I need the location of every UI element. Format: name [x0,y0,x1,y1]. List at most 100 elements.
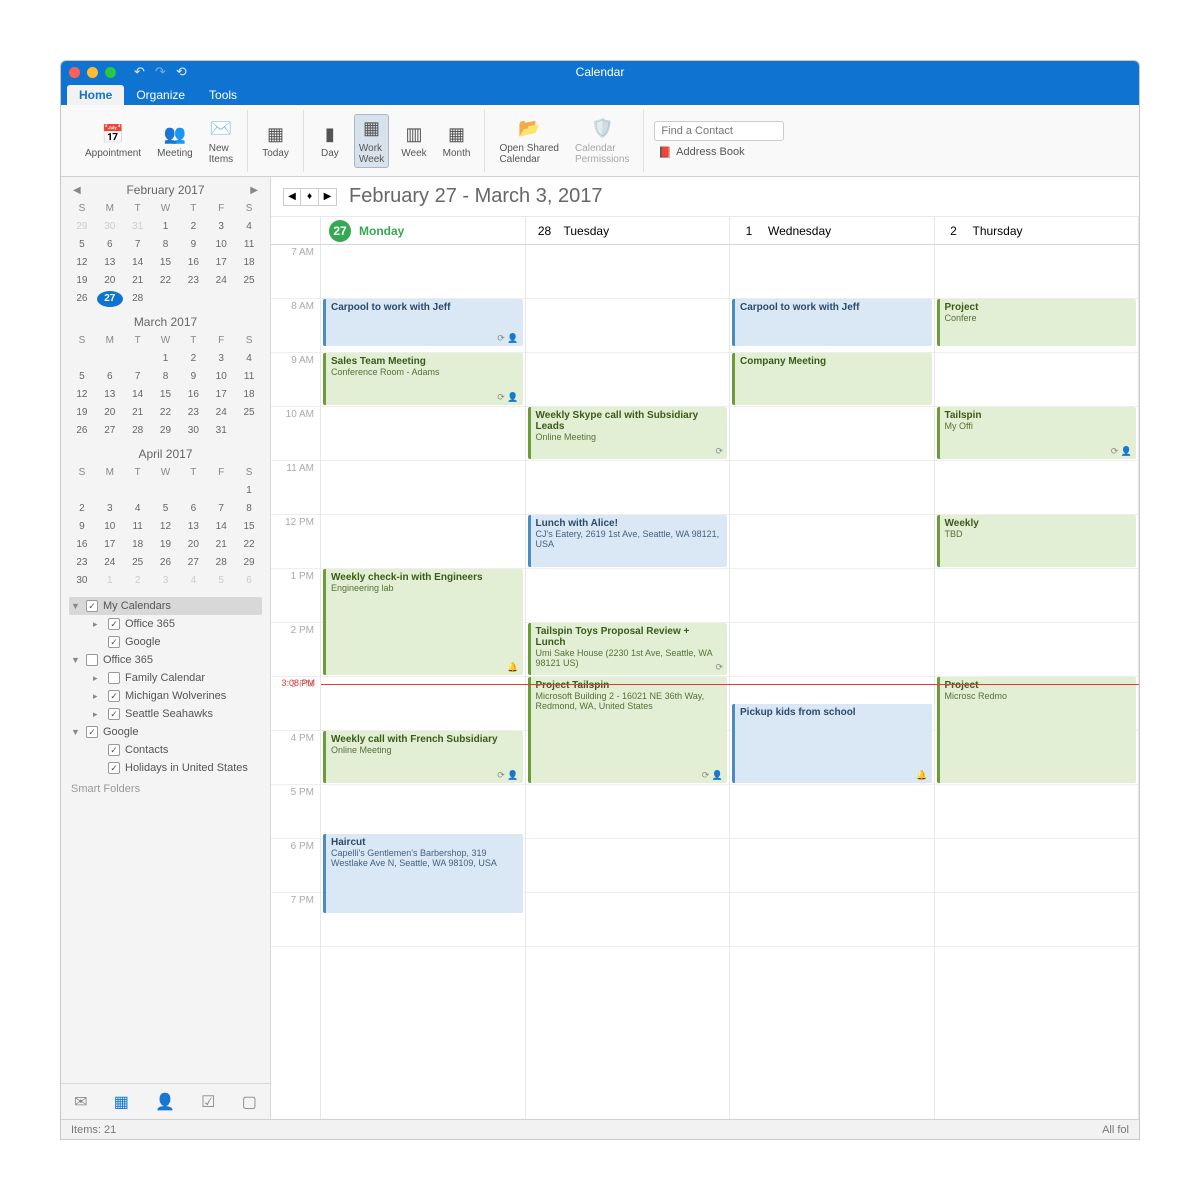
day-header[interactable]: 28Tuesday [526,217,731,244]
mini-day[interactable]: 17 [97,537,123,553]
mini-day[interactable]: 27 [97,291,123,307]
mini-day[interactable]: 23 [69,555,95,571]
mini-day[interactable]: 17 [208,255,234,271]
mini-day[interactable]: 4 [236,219,262,235]
mini-day[interactable]: 1 [153,351,179,367]
mini-day[interactable] [125,483,151,499]
redo-icon[interactable]: ↷ [155,64,166,80]
mini-day[interactable]: 3 [208,219,234,235]
mini-day[interactable]: 21 [125,405,151,421]
mini-day[interactable]: 6 [236,573,262,589]
mini-day[interactable]: 14 [208,519,234,535]
calendar-event[interactable]: Carpool to work with Jeff⟳ 👤 [323,299,523,346]
mini-day[interactable]: 1 [153,219,179,235]
tab-organize[interactable]: Organize [124,85,197,105]
mini-day[interactable]: 18 [125,537,151,553]
mini-day[interactable]: 26 [69,423,95,439]
mini-day[interactable]: 29 [69,219,95,235]
today-button[interactable]: ▦ Today [258,120,293,161]
calendar-event[interactable]: Project TailspinMicrosoft Building 2 - 1… [528,677,728,783]
calendar-event[interactable]: HaircutCapelli's Gentlemen's Barbershop,… [323,834,523,913]
mini-day[interactable]: 15 [236,519,262,535]
tree-item[interactable]: ▼Google [69,723,262,741]
calendar-event[interactable]: ProjectConfere [937,299,1137,346]
expand-icon[interactable]: ▸ [93,673,103,684]
minimize-icon[interactable] [87,67,98,78]
sync-icon[interactable]: ⟲ [176,64,187,80]
find-contact-input[interactable] [654,121,784,141]
checkbox[interactable] [86,654,98,666]
work-week-button[interactable]: ▦ Work Week [354,114,389,168]
mini-calendar[interactable]: ◀February 2017▶SMTWTFS293031123456789101… [69,183,262,307]
calendar-grid[interactable]: 7 AM8 AM9 AM10 AM11 AM12 PM1 PM2 PM3 PM4… [271,245,1139,1119]
mini-day[interactable] [208,291,234,307]
expand-icon[interactable]: ▸ [93,709,103,720]
tree-item[interactable]: ▸Seattle Seahawks [91,705,262,723]
day-column[interactable]: Weekly Skype call with Subsidiary LeadsO… [526,245,731,1119]
calendar-event[interactable]: Sales Team MeetingConference Room - Adam… [323,353,523,405]
permissions-button[interactable]: 🛡️ Calendar Permissions [571,115,633,167]
mini-day[interactable]: 2 [180,219,206,235]
mini-day[interactable]: 31 [125,219,151,235]
mini-day[interactable]: 20 [97,273,123,289]
tree-item[interactable]: ▸Family Calendar [91,669,262,687]
day-button[interactable]: ▮ Day [314,120,346,161]
mini-day[interactable]: 5 [69,369,95,385]
expand-icon[interactable]: ▼ [71,727,81,737]
people-nav-icon[interactable]: 👤 [155,1092,175,1112]
mini-day[interactable]: 30 [97,219,123,235]
calendar-event[interactable]: TailspinMy Offi⟳ 👤 [937,407,1137,459]
mini-day[interactable]: 26 [153,555,179,571]
expand-icon[interactable]: ▼ [71,601,81,611]
mini-day[interactable]: 14 [125,387,151,403]
mini-day[interactable]: 24 [208,405,234,421]
mini-day[interactable] [69,483,95,499]
close-icon[interactable] [69,67,80,78]
mini-day[interactable]: 24 [97,555,123,571]
mail-nav-icon[interactable]: ✉ [74,1092,87,1112]
mini-day[interactable]: 8 [153,369,179,385]
mini-day[interactable]: 18 [236,387,262,403]
mini-calendar[interactable]: April 2017SMTWTFS12345678910111213141516… [69,447,262,589]
checkbox[interactable] [108,708,120,720]
mini-day[interactable]: 3 [153,573,179,589]
mini-day[interactable]: 12 [69,255,95,271]
mini-day[interactable]: 7 [125,237,151,253]
mini-day[interactable] [153,291,179,307]
tab-home[interactable]: Home [67,85,124,105]
mini-day[interactable]: 28 [125,423,151,439]
mini-day[interactable] [153,483,179,499]
mini-day[interactable]: 6 [97,369,123,385]
checkbox[interactable] [108,618,120,630]
new-items-button[interactable]: ✉️ New Items [205,115,237,167]
mini-day[interactable]: 22 [153,405,179,421]
calendar-event[interactable]: Company Meeting [732,353,932,405]
mini-day[interactable]: 8 [153,237,179,253]
checkbox[interactable] [108,690,120,702]
mini-day[interactable]: 10 [97,519,123,535]
mini-day[interactable] [236,423,262,439]
mini-day[interactable]: 3 [97,501,123,517]
appointment-button[interactable]: 📅 Appointment [81,120,145,161]
day-header[interactable]: 27Monday [321,217,526,244]
mini-day[interactable]: 26 [69,291,95,307]
mini-day[interactable]: 21 [125,273,151,289]
mini-day[interactable]: 2 [69,501,95,517]
tree-item[interactable]: Holidays in United States [91,759,262,777]
mini-day[interactable]: 15 [153,387,179,403]
checkbox[interactable] [108,744,120,756]
mini-day[interactable]: 12 [153,519,179,535]
mini-day[interactable]: 29 [236,555,262,571]
mini-day[interactable] [236,291,262,307]
mini-day[interactable]: 31 [208,423,234,439]
calendar-nav-icon[interactable]: ▦ [114,1092,129,1112]
meeting-button[interactable]: 👥 Meeting [153,120,197,161]
mini-day[interactable]: 9 [180,237,206,253]
tree-item[interactable]: ▸Office 365 [91,615,262,633]
mini-day[interactable]: 27 [97,423,123,439]
expand-icon[interactable]: ▸ [93,691,103,702]
mini-day[interactable] [125,351,151,367]
tab-tools[interactable]: Tools [197,85,249,105]
maximize-icon[interactable] [105,67,116,78]
smart-folders[interactable]: Smart Folders [69,777,262,801]
